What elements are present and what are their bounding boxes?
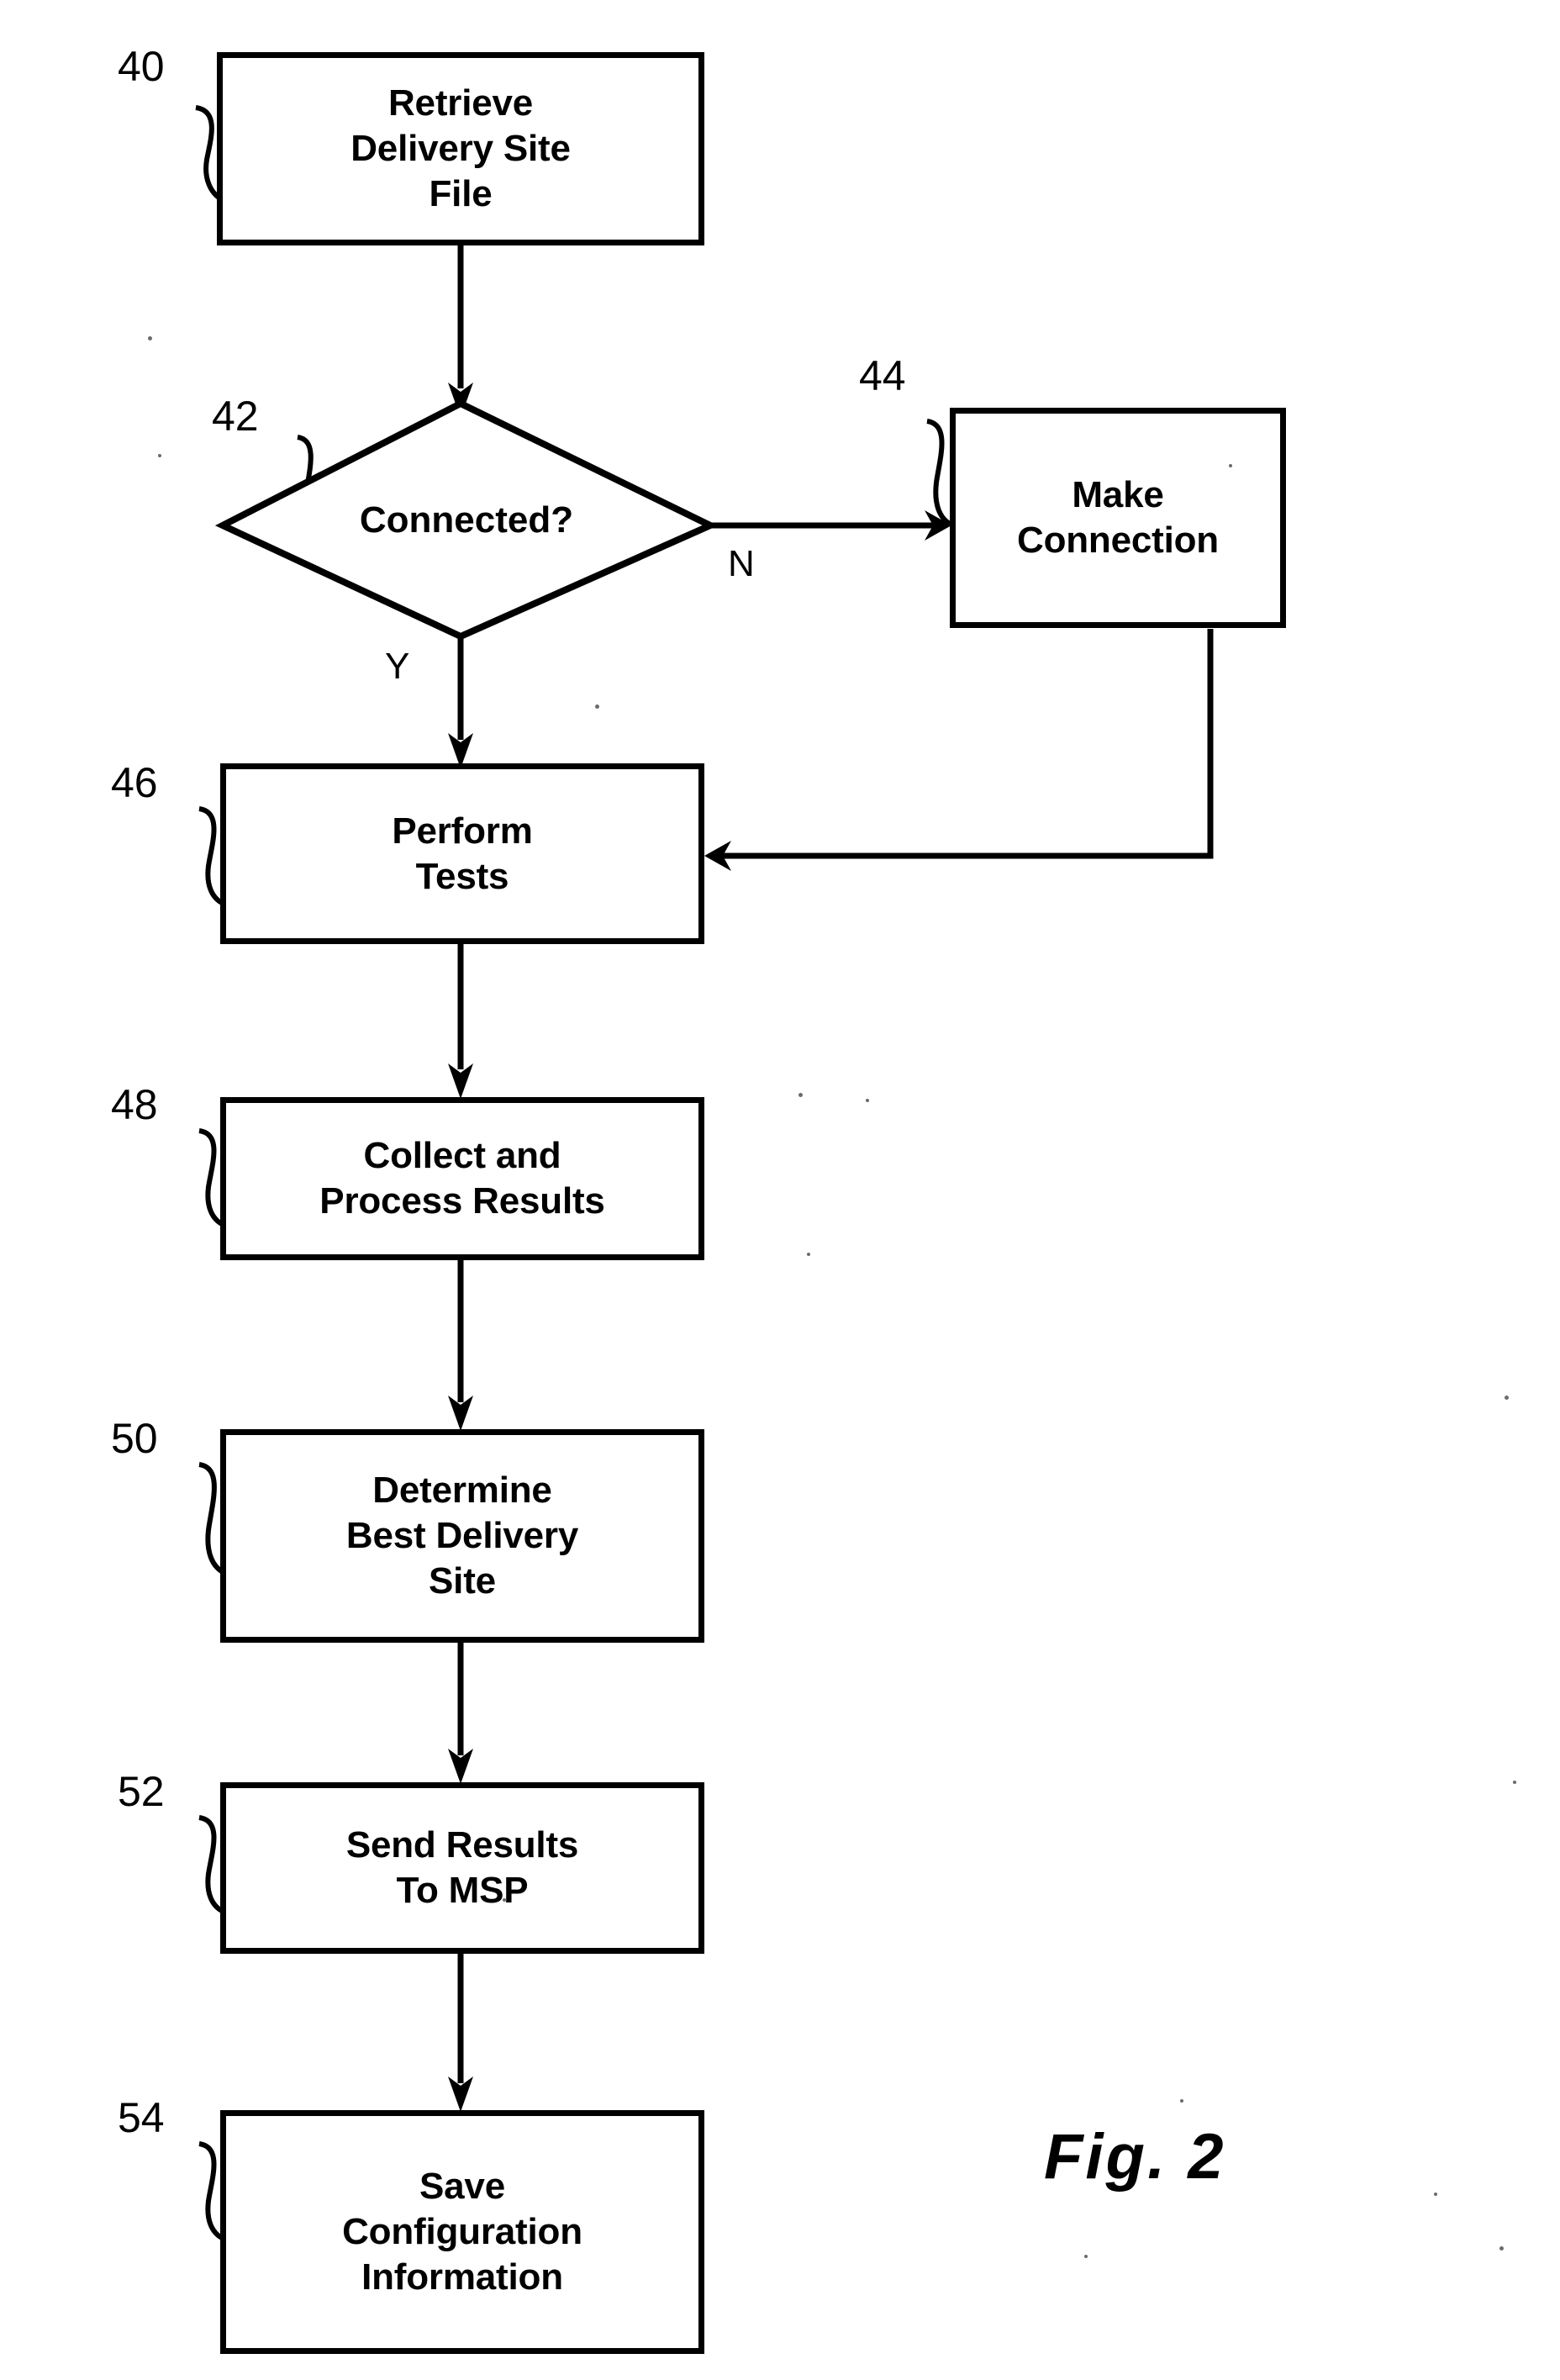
ref-numeral-54: 54: [118, 2094, 165, 2141]
scan-speck: [866, 1099, 869, 1102]
edge-42-44: [710, 510, 951, 541]
node-label-52: Send Results To MSP: [345, 1824, 579, 1911]
branch-label-yes: Y: [385, 646, 410, 687]
process-node-perform-tests: Perform Tests: [220, 763, 704, 944]
decision-node-connected: Connected?: [223, 404, 710, 636]
figure-caption: Fig. 2: [1044, 2121, 1226, 2193]
leader-44: [926, 419, 951, 526]
node-label-40: Retrieve Delivery Site File: [350, 82, 571, 214]
ref-numeral-50: 50: [111, 1415, 158, 1462]
leader-52: [198, 1815, 224, 1913]
leader-48: [198, 1128, 224, 1227]
patent-figure: Retrieve Delivery Site File 40 Connected…: [0, 0, 1560, 2380]
node-label-48: Collect and Process Results: [319, 1135, 605, 1222]
edge-44-46-feedback: [704, 629, 1214, 871]
scan-speck: [503, 1898, 506, 1902]
branch-label-no: N: [728, 543, 755, 584]
node-label-44: Make Connection: [1017, 474, 1219, 561]
edge-52-54: [448, 1952, 473, 2112]
scan-speck: [1499, 2246, 1504, 2251]
scan-speck: [798, 1093, 803, 1097]
node-label-50: Determine Best Delivery Site: [345, 1470, 579, 1602]
node-label-42: Connected?: [359, 499, 574, 541]
process-node-determine-best-delivery-site: Determine Best Delivery Site: [220, 1429, 704, 1643]
node-label-46: Perform Tests: [392, 810, 533, 897]
edge-42-46: [448, 636, 473, 768]
leader-46: [198, 806, 224, 905]
scan-speck: [595, 705, 599, 709]
process-node-save-configuration-information: Save Configuration Information: [220, 2110, 704, 2354]
scan-speck: [1513, 1781, 1516, 1784]
process-node-retrieve-delivery-site-file: Retrieve Delivery Site File: [217, 52, 704, 245]
scan-speck: [1180, 2099, 1183, 2103]
process-node-collect-and-process-results: Collect and Process Results: [220, 1097, 704, 1260]
edge-46-48: [448, 943, 473, 1099]
edge-48-50: [448, 1259, 473, 1431]
ref-numeral-46: 46: [111, 759, 158, 806]
edge-40-42: [448, 245, 473, 418]
ref-numeral-44: 44: [859, 352, 906, 399]
leader-54: [198, 2141, 224, 2240]
scan-speck: [158, 454, 161, 457]
node-label-54: Save Configuration Information: [342, 2166, 582, 2298]
scan-speck: [148, 336, 152, 340]
edge-50-52: [448, 1641, 473, 1784]
process-node-make-connection: Make Connection: [950, 408, 1286, 628]
scan-speck: [807, 1253, 810, 1256]
process-node-send-results-to-msp: Send Results To MSP: [220, 1782, 704, 1954]
scan-speck: [1229, 464, 1232, 467]
ref-numeral-52: 52: [118, 1768, 165, 1815]
scan-speck: [1434, 2193, 1437, 2196]
scan-speck: [1084, 2255, 1088, 2258]
ref-numeral-40: 40: [118, 43, 165, 90]
leader-50: [198, 1462, 224, 1575]
ref-numeral-48: 48: [111, 1081, 158, 1128]
scan-speck: [1505, 1396, 1509, 1400]
ref-numeral-42: 42: [212, 393, 259, 440]
